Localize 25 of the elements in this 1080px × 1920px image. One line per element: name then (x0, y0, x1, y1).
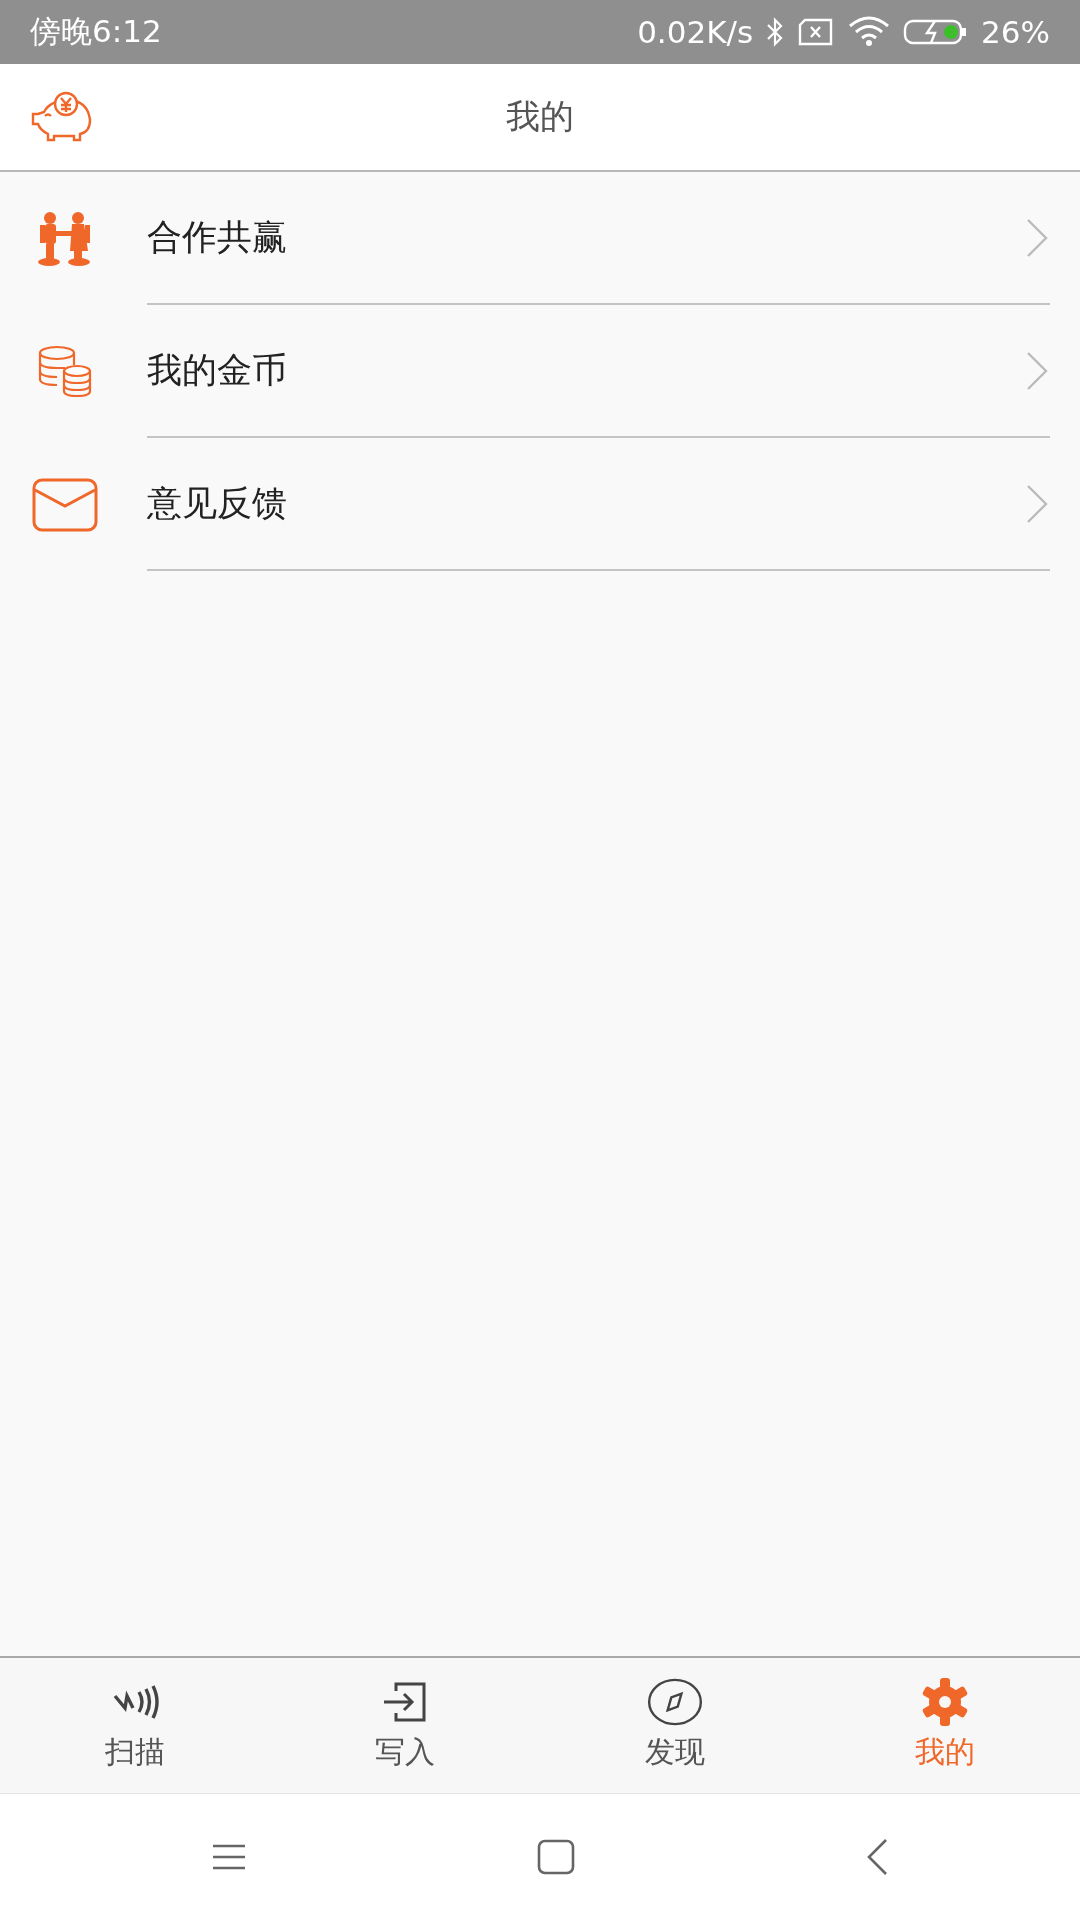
tab-label: 我的 (915, 1733, 975, 1771)
home-square-icon[interactable] (537, 1839, 575, 1875)
menu-item[interactable]: 我的金币 (0, 305, 1080, 438)
tab-label: 扫描 (105, 1733, 165, 1771)
tab[interactable]: 写入 (270, 1658, 540, 1793)
tab[interactable]: 扫描 (0, 1658, 270, 1793)
menu-item[interactable]: 合作共赢 (0, 172, 1080, 305)
tab-label: 写入 (375, 1733, 435, 1771)
battery-percent: 26% (981, 14, 1050, 50)
menu-label: 我的金币 (147, 349, 287, 392)
menu-label: 意见反馈 (147, 482, 287, 525)
menu-icon[interactable] (211, 1843, 247, 1871)
envelope-icon (31, 477, 98, 532)
status-time: 傍晚6:12 (30, 12, 162, 51)
menu-label: 合作共赢 (147, 216, 287, 259)
network-speed: 0.02K/s (637, 14, 754, 50)
menu-item[interactable]: 意见反馈 (0, 438, 1080, 571)
chevron-right-icon (1026, 217, 1048, 258)
back-icon[interactable] (865, 1838, 889, 1876)
tab-label: 发现 (645, 1733, 705, 1771)
page-title: 我的 (506, 95, 574, 138)
chevron-right-icon (1026, 350, 1048, 391)
tab[interactable]: 发现 (540, 1658, 810, 1793)
coin-stack-icon (36, 344, 93, 399)
chevron-right-icon (1026, 483, 1048, 524)
